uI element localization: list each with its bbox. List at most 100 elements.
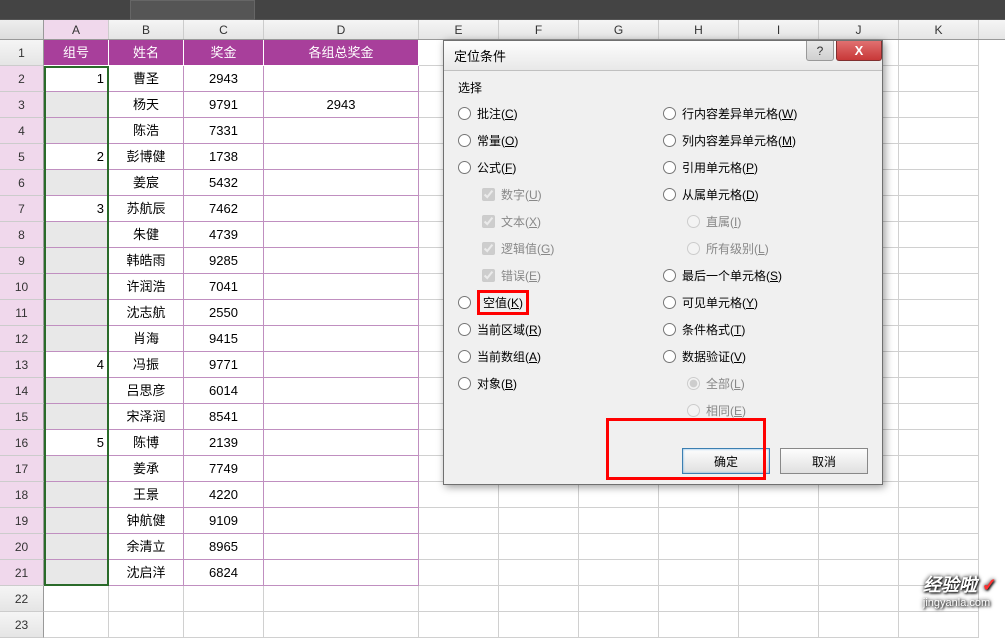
cell[interactable] xyxy=(264,534,419,560)
cell[interactable] xyxy=(419,560,499,586)
cell[interactable] xyxy=(899,40,979,66)
row-header[interactable]: 16 xyxy=(0,430,44,456)
option-objects[interactable]: 对象(B) xyxy=(458,370,663,397)
option-input-precedents[interactable] xyxy=(663,161,676,174)
cell[interactable] xyxy=(109,612,184,638)
option-input-row_diff[interactable] xyxy=(663,107,676,120)
cell[interactable]: 5 xyxy=(44,430,109,456)
option-dependents[interactable]: 从属单元格(D) xyxy=(663,181,868,208)
row-header[interactable]: 8 xyxy=(0,222,44,248)
cell[interactable] xyxy=(44,378,109,404)
cell[interactable] xyxy=(264,300,419,326)
cell[interactable]: 5432 xyxy=(184,170,264,196)
cell[interactable] xyxy=(44,326,109,352)
option-input-constants[interactable] xyxy=(458,134,471,147)
row-header[interactable]: 19 xyxy=(0,508,44,534)
cell[interactable] xyxy=(739,534,819,560)
cell[interactable]: 3 xyxy=(44,196,109,222)
cell[interactable]: 1738 xyxy=(184,144,264,170)
option-input-last_cell[interactable] xyxy=(663,269,676,282)
option-input-dependents[interactable] xyxy=(663,188,676,201)
col-header-B[interactable]: B xyxy=(109,20,184,39)
cell[interactable] xyxy=(579,560,659,586)
option-current_array[interactable]: 当前数组(A) xyxy=(458,343,663,370)
cell[interactable] xyxy=(44,586,109,612)
cell[interactable] xyxy=(819,586,899,612)
cell[interactable] xyxy=(44,300,109,326)
cell[interactable] xyxy=(264,196,419,222)
cell[interactable] xyxy=(44,118,109,144)
cell[interactable]: 8965 xyxy=(184,534,264,560)
cell[interactable] xyxy=(499,560,579,586)
row-header[interactable]: 9 xyxy=(0,248,44,274)
cell[interactable]: 奖金 xyxy=(184,40,264,66)
cell[interactable] xyxy=(899,534,979,560)
cell[interactable]: 1 xyxy=(44,66,109,92)
cell[interactable]: 2943 xyxy=(264,92,419,118)
row-header[interactable]: 2 xyxy=(0,66,44,92)
cell[interactable] xyxy=(264,508,419,534)
option-input-visible[interactable] xyxy=(663,296,676,309)
dialog-titlebar[interactable]: 定位条件 ? X xyxy=(444,41,882,71)
row-header[interactable]: 3 xyxy=(0,92,44,118)
cell[interactable] xyxy=(264,66,419,92)
cell[interactable]: 7749 xyxy=(184,456,264,482)
cell[interactable]: 9285 xyxy=(184,248,264,274)
cell[interactable] xyxy=(739,612,819,638)
option-current_region[interactable]: 当前区域(R) xyxy=(458,316,663,343)
row-header[interactable]: 14 xyxy=(0,378,44,404)
cell[interactable] xyxy=(44,92,109,118)
col-header-J[interactable]: J xyxy=(819,20,899,39)
cell[interactable] xyxy=(579,482,659,508)
cell[interactable] xyxy=(264,404,419,430)
cell[interactable] xyxy=(419,612,499,638)
cell[interactable] xyxy=(899,482,979,508)
option-col_diff[interactable]: 列内容差异单元格(M) xyxy=(663,127,868,154)
cell[interactable]: 9109 xyxy=(184,508,264,534)
option-input-col_diff[interactable] xyxy=(663,134,676,147)
cell[interactable] xyxy=(44,508,109,534)
cell[interactable] xyxy=(264,144,419,170)
option-constants[interactable]: 常量(O) xyxy=(458,127,663,154)
cell[interactable]: 9415 xyxy=(184,326,264,352)
option-comments[interactable]: 批注(C) xyxy=(458,100,663,127)
row-header[interactable]: 1 xyxy=(0,40,44,66)
cell[interactable]: 彭博健 xyxy=(109,144,184,170)
row-header[interactable]: 11 xyxy=(0,300,44,326)
cell[interactable] xyxy=(819,508,899,534)
cell[interactable]: 4739 xyxy=(184,222,264,248)
cell[interactable] xyxy=(899,508,979,534)
col-header-K[interactable]: K xyxy=(899,20,979,39)
cell[interactable]: 7462 xyxy=(184,196,264,222)
option-input-objects[interactable] xyxy=(458,377,471,390)
cell[interactable]: 6014 xyxy=(184,378,264,404)
col-header-F[interactable]: F xyxy=(499,20,579,39)
cell[interactable] xyxy=(899,248,979,274)
col-header-I[interactable]: I xyxy=(739,20,819,39)
cell[interactable]: 7331 xyxy=(184,118,264,144)
cell[interactable]: 冯振 xyxy=(109,352,184,378)
cell[interactable] xyxy=(499,534,579,560)
row-header[interactable]: 5 xyxy=(0,144,44,170)
row-header[interactable]: 12 xyxy=(0,326,44,352)
row-header[interactable]: 17 xyxy=(0,456,44,482)
option-input-comments[interactable] xyxy=(458,107,471,120)
cell[interactable] xyxy=(899,404,979,430)
option-input-data_val[interactable] xyxy=(663,350,676,363)
cell[interactable] xyxy=(44,248,109,274)
cell[interactable] xyxy=(899,326,979,352)
cell[interactable] xyxy=(739,586,819,612)
cell[interactable] xyxy=(264,560,419,586)
cell[interactable]: 宋泽润 xyxy=(109,404,184,430)
cell[interactable]: 组号 xyxy=(44,40,109,66)
row-header[interactable]: 18 xyxy=(0,482,44,508)
cell[interactable] xyxy=(659,612,739,638)
cell[interactable] xyxy=(419,586,499,612)
cell[interactable]: 7041 xyxy=(184,274,264,300)
cell[interactable] xyxy=(419,482,499,508)
option-input-current_array[interactable] xyxy=(458,350,471,363)
cell[interactable]: 8541 xyxy=(184,404,264,430)
cell[interactable] xyxy=(499,482,579,508)
cell[interactable]: 姜承 xyxy=(109,456,184,482)
cell[interactable] xyxy=(44,612,109,638)
